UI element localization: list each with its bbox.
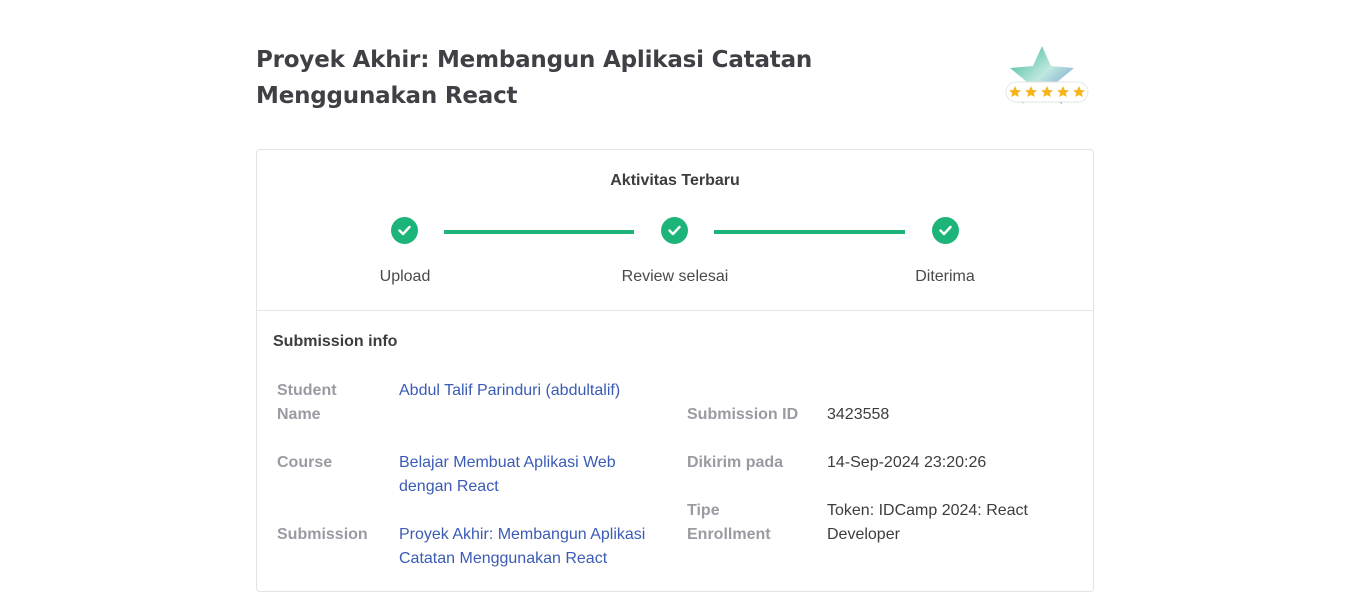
enrollment-type-label: Tipe Enrollment bbox=[687, 502, 771, 543]
step-connector bbox=[714, 230, 905, 234]
sent-at-label: Dikirim pada bbox=[687, 454, 784, 471]
submission-card: Aktivitas Terbaru Upload Review selesai … bbox=[256, 149, 1094, 592]
step-review-check-icon bbox=[661, 217, 688, 244]
star-rating-badge bbox=[1004, 44, 1092, 110]
step-label-review: Review selesai bbox=[621, 268, 729, 285]
step-upload-check-icon bbox=[391, 217, 418, 244]
step-accepted-check-icon bbox=[932, 217, 959, 244]
submission-link[interactable]: Proyek Akhir: Membangun Aplikasi Catatan… bbox=[399, 523, 669, 571]
star-badge-icon bbox=[1005, 46, 1089, 104]
enrollment-type-value: Token: IDCamp 2024: React Developer bbox=[827, 502, 1028, 543]
submission-id-label: Submission ID bbox=[687, 406, 799, 423]
course-link[interactable]: Belajar Membuat Aplikasi Web dengan Reac… bbox=[399, 451, 644, 499]
step-label-accepted: Diterima bbox=[915, 268, 975, 285]
activity-title: Aktivitas Terbaru bbox=[610, 172, 740, 189]
student-name-label: Student Name bbox=[277, 382, 337, 423]
step-label-upload: Upload bbox=[379, 268, 431, 285]
submission-label: Submission bbox=[277, 526, 368, 543]
submission-id-value: 3423558 bbox=[827, 406, 890, 423]
submission-info-title: Submission info bbox=[273, 333, 398, 350]
divider bbox=[257, 310, 1093, 311]
step-connector bbox=[444, 230, 634, 234]
student-name-link[interactable]: Abdul Talif Parinduri (abdultalif) bbox=[399, 379, 669, 403]
sent-at-value: 14-Sep-2024 23:20:26 bbox=[827, 454, 987, 471]
course-label: Course bbox=[277, 454, 333, 471]
page-title: Proyek Akhir: Membangun Aplikasi Catatan… bbox=[256, 47, 813, 109]
